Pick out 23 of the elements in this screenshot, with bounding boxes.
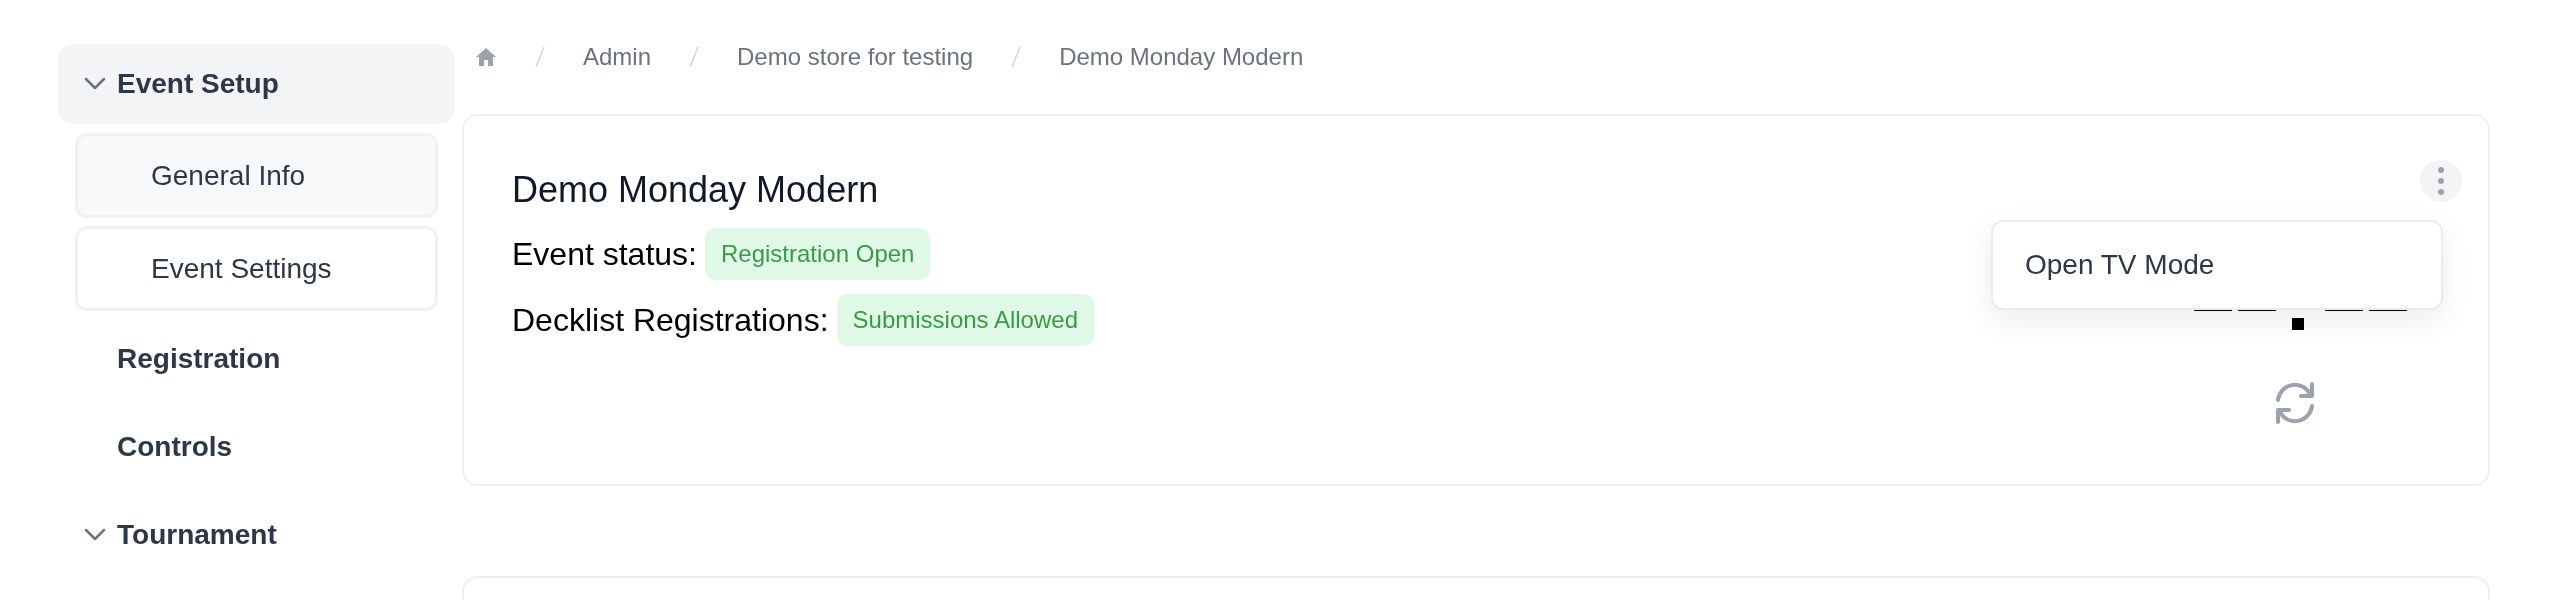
sidebar-label: Tournament [117, 518, 277, 552]
refresh-icon[interactable] [2274, 380, 2316, 426]
menu-item[interactable]: Open TV Mode [1993, 244, 2441, 286]
breadcrumb-link[interactable]: Admin [583, 39, 652, 75]
breadcrumb-link[interactable]: Demo store for testing [737, 39, 974, 75]
event-title: Demo Monday Modern [512, 168, 880, 212]
sidebar-label: Event Setup [117, 67, 279, 101]
status-badge: Registration Open [705, 228, 931, 280]
breadcrumb-separator [689, 47, 700, 67]
sidebar-label: Controls [117, 430, 233, 464]
home-icon[interactable] [475, 47, 497, 67]
status-badge: Submissions Allowed [836, 294, 1094, 346]
breadcrumb-link[interactable]: Demo Monday Modern [1059, 39, 1304, 75]
sidebar-label: Registration [117, 342, 281, 376]
more-vertical-icon [2437, 166, 2445, 196]
more-button[interactable] [2420, 160, 2462, 202]
breadcrumb-separator [535, 47, 545, 67]
sidebar-section[interactable]: Event Setup [58, 44, 455, 124]
breadcrumb-separator [1011, 47, 1022, 67]
status-label: Decklist Registrations: [512, 301, 829, 340]
sidebar-item[interactable]: General Info [75, 133, 438, 218]
sidebar-item[interactable]: Event Settings [75, 226, 438, 311]
status-label: Event status: [512, 235, 697, 274]
